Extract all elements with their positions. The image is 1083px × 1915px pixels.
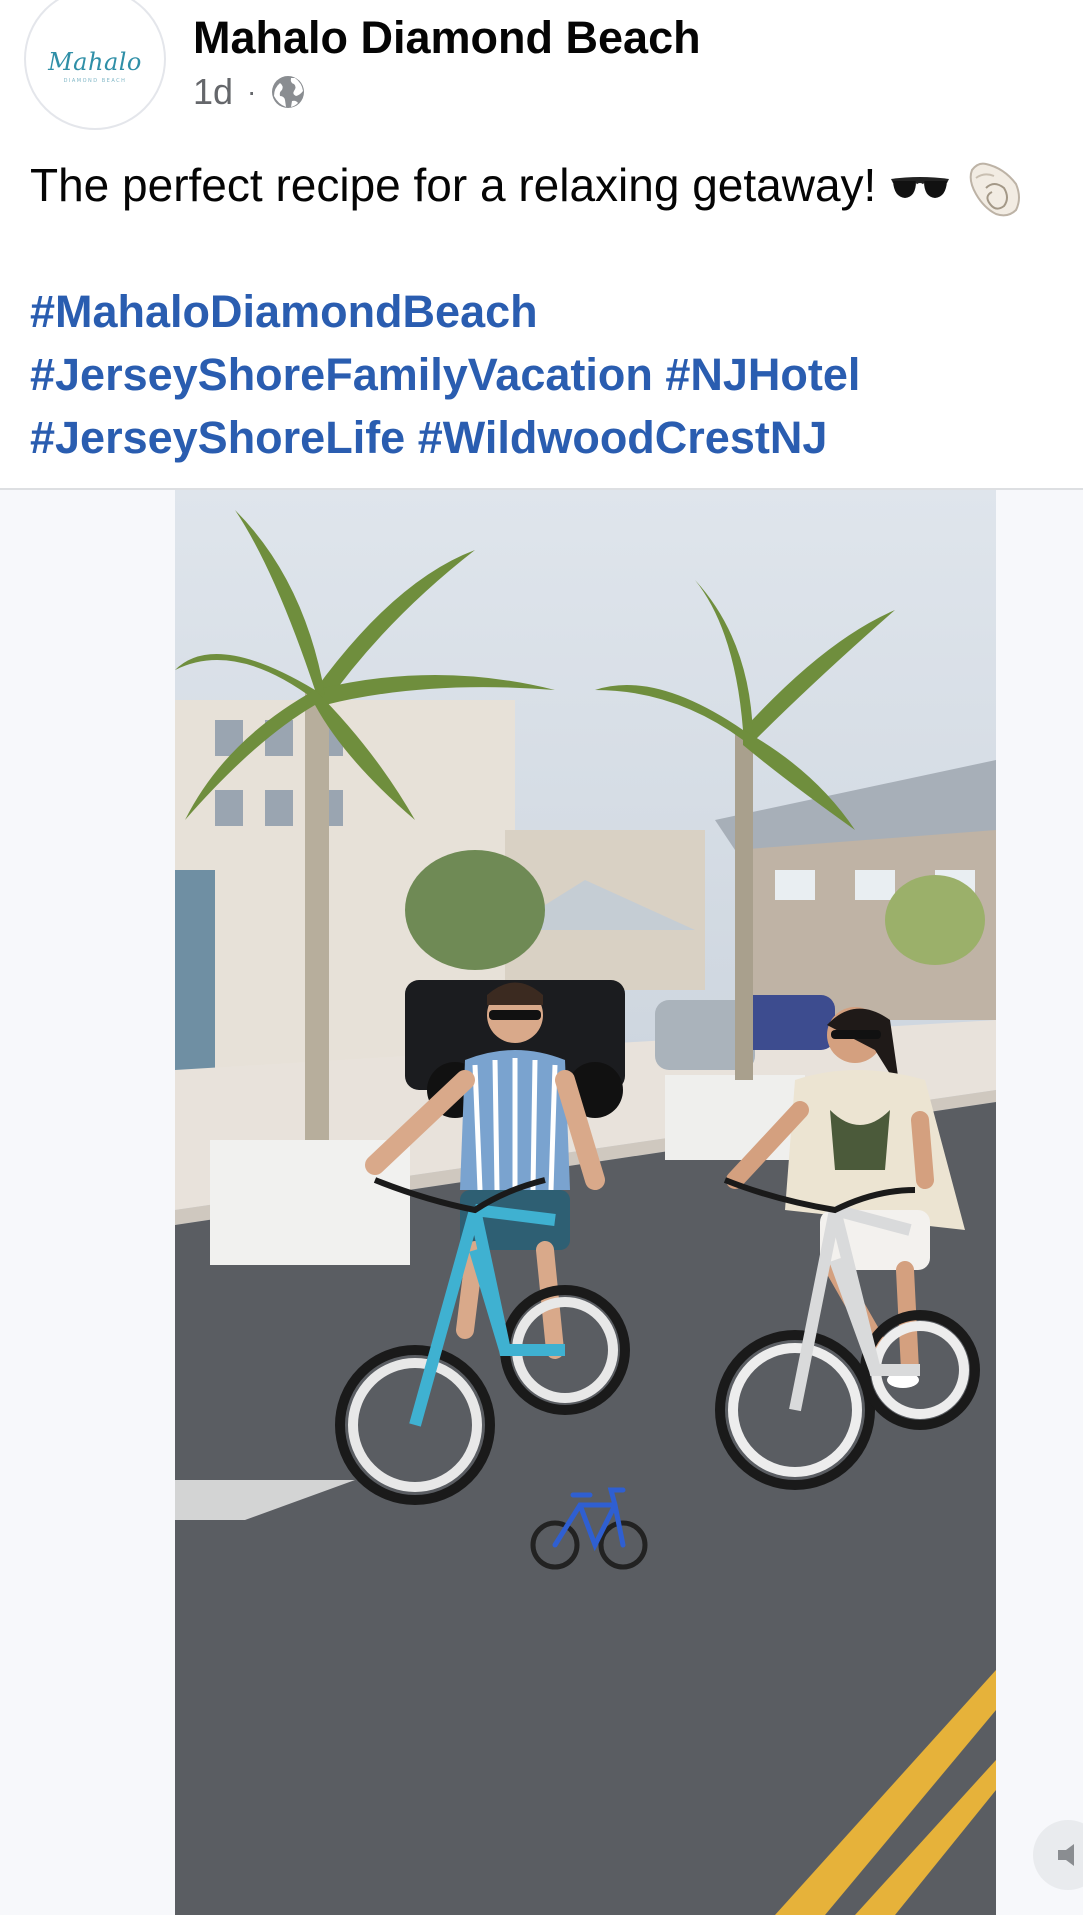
- logo-text: Mahalo: [48, 48, 142, 76]
- post-body: The perfect recipe for a relaxing getawa…: [30, 155, 1070, 469]
- post-time[interactable]: 1d: [193, 71, 233, 113]
- hashtag-link[interactable]: #JerseyShoreFamilyVacation: [30, 349, 653, 400]
- globe-icon[interactable]: [270, 74, 306, 110]
- caption-row: The perfect recipe for a relaxing getawa…: [30, 155, 1070, 220]
- post-video[interactable]: [175, 490, 996, 1915]
- logo-subtext: DIAMOND BEACH: [63, 78, 127, 84]
- media-container: [0, 490, 1083, 1915]
- page-name-link[interactable]: Mahalo Diamond Beach: [193, 12, 701, 64]
- hashtag-link[interactable]: #NJHotel: [665, 349, 860, 400]
- hashtag-list: #MahaloDiamondBeach #JerseyShoreFamilyVa…: [30, 280, 1070, 469]
- video-frame-illustration: [175, 490, 996, 1915]
- post-caption: The perfect recipe for a relaxing getawa…: [30, 159, 877, 211]
- shell-emoji-icon: [969, 162, 1020, 217]
- page-avatar[interactable]: Mahalo DIAMOND BEACH: [24, 0, 166, 130]
- hashtag-link[interactable]: #JerseyShoreLife: [30, 412, 405, 463]
- meta-separator: ·: [247, 76, 257, 107]
- speaker-icon: [1058, 1844, 1074, 1866]
- post-header: Mahalo DIAMOND BEACH Mahalo Diamond Beac…: [0, 0, 1083, 140]
- video-control-button[interactable]: [1033, 1820, 1083, 1890]
- hashtag-link[interactable]: #MahaloDiamondBeach: [30, 286, 538, 337]
- post-meta: 1d ·: [193, 70, 306, 114]
- sunglasses-emoji-icon: [891, 176, 950, 198]
- hashtag-link[interactable]: #WildwoodCrestNJ: [418, 412, 828, 463]
